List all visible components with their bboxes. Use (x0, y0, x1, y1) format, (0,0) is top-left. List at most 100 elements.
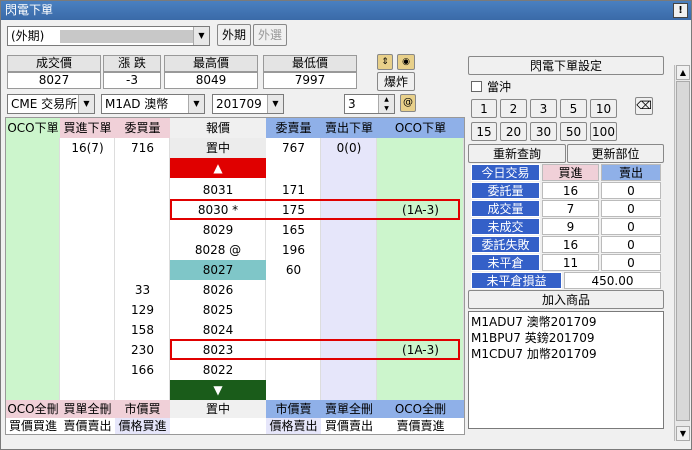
buy-order-cell[interactable] (60, 360, 115, 380)
oco-sell-cell[interactable] (377, 300, 464, 320)
scroll-up-icon[interactable]: ▲ (676, 65, 690, 80)
at-symbol-icon[interactable]: @ (400, 94, 416, 112)
footer-mode-button[interactable]: 買價買進 (6, 418, 60, 434)
qty-preset-button[interactable]: 3 (530, 99, 557, 118)
buy-order-cell[interactable] (60, 180, 115, 200)
summary-sell-value: 0 (601, 218, 661, 235)
sell-order-cell[interactable] (321, 260, 377, 280)
eye-icon[interactable]: ◉ (397, 54, 415, 70)
product-list[interactable]: M1ADU7 澳幣201709 M1BPU7 英鎊201709 M1CDU7 加幣2… (468, 311, 664, 429)
footer-mode-button[interactable]: 價格賣出 (266, 418, 321, 434)
scroll-down-button[interactable]: ▼ (170, 380, 266, 400)
oco-buy-cell[interactable] (6, 220, 60, 240)
spinner-icon[interactable]: ▲ ▼ (378, 95, 394, 113)
oco-buy-cell[interactable] (6, 340, 60, 360)
oco-buy-cell[interactable] (6, 360, 60, 380)
sell-order-cell[interactable] (321, 180, 377, 200)
qty-preset-button[interactable]: 50 (560, 122, 587, 141)
sell-order-cell[interactable] (321, 300, 377, 320)
qty-preset-button[interactable]: 1 (471, 99, 497, 118)
scroll-thumb[interactable] (676, 81, 690, 421)
sell-order-cell[interactable] (321, 220, 377, 240)
tab-external-options[interactable]: 外選 (253, 24, 287, 46)
product-select[interactable]: M1AD 澳幣 ▼ (101, 94, 205, 114)
product-list-item[interactable]: M1CDU7 加幣201709 (471, 346, 661, 362)
sell-order-cell[interactable] (321, 280, 377, 300)
day-trade-checkbox[interactable] (471, 81, 482, 92)
footer-action-button[interactable]: 置中 (170, 400, 266, 418)
bid-qty-cell (115, 200, 170, 220)
oco-sell-cell[interactable] (377, 280, 464, 300)
scroll-down-icon[interactable]: ▼ (676, 426, 690, 441)
buy-order-cell[interactable] (60, 300, 115, 320)
footer-mode-button[interactable]: 賣價賣出 (60, 418, 115, 434)
add-product-button[interactable]: 加入商品 (468, 290, 664, 309)
update-position-button[interactable]: 更新部位 (567, 144, 664, 163)
footer-mode-button[interactable]: 價格買進 (115, 418, 170, 434)
buy-order-cell[interactable] (60, 240, 115, 260)
product-list-item[interactable]: M1BPU7 英鎊201709 (471, 330, 661, 346)
sell-order-cell[interactable] (321, 360, 377, 380)
oco-buy-cell[interactable] (6, 180, 60, 200)
summary-buy-value: 7 (542, 200, 599, 217)
buy-order-cell[interactable] (60, 340, 115, 360)
footer-action-button[interactable]: 市價買 (115, 400, 170, 418)
oco-buy-cell[interactable] (6, 200, 60, 220)
buy-order-cell[interactable] (60, 220, 115, 240)
oco-sell-cell[interactable] (377, 220, 464, 240)
oco-sell-cell[interactable] (377, 240, 464, 260)
buy-order-cell[interactable] (60, 260, 115, 280)
account-combo[interactable]: (外期) ▼ (7, 26, 210, 46)
footer-mode-button[interactable] (170, 418, 266, 434)
bid-qty-cell (115, 240, 170, 260)
arrows-icon[interactable]: ⇕ (377, 54, 393, 70)
footer-action-button[interactable]: 賣單全刪 (321, 400, 377, 418)
qty-preset-button[interactable]: 2 (500, 99, 527, 118)
oco-sell-cell[interactable] (377, 180, 464, 200)
qty-preset-button[interactable]: 20 (500, 122, 527, 141)
tab-foreign[interactable]: 外期 (217, 24, 251, 46)
buy-order-cell[interactable] (60, 280, 115, 300)
footer-mode-button[interactable]: 買價賣出 (321, 418, 377, 434)
ladder-header: OCO下單 (377, 118, 464, 138)
buy-order-cell[interactable] (60, 320, 115, 340)
sell-order-count[interactable]: 0(0) (321, 138, 377, 158)
qty-preset-button[interactable]: 15 (471, 122, 497, 141)
buy-order-count[interactable]: 16(7) (60, 138, 115, 158)
qty-preset-button[interactable]: 10 (590, 99, 617, 118)
eraser-icon[interactable]: ⌫ (635, 97, 653, 115)
oco-buy-cell[interactable] (6, 240, 60, 260)
burst-button[interactable]: 爆炸 (377, 72, 415, 91)
exchange-select[interactable]: CME 交易所 ▼ (7, 94, 95, 114)
oco-buy-cell[interactable] (6, 260, 60, 280)
footer-action-button[interactable]: OCO全刪 (377, 400, 464, 418)
product-list-item[interactable]: M1ADU7 澳幣201709 (471, 314, 661, 330)
sell-order-cell[interactable] (321, 240, 377, 260)
center-button[interactable]: 置中 (170, 138, 266, 158)
footer-mode-button[interactable]: 賣價賣進 (377, 418, 464, 434)
footer-action-button[interactable]: 買單全刪 (60, 400, 115, 418)
oco-buy-cell[interactable] (6, 320, 60, 340)
qty-preset-button[interactable]: 5 (560, 99, 587, 118)
quantity-stepper[interactable]: 3 ▲ ▼ (344, 94, 395, 114)
price-cell: 8027 (170, 260, 266, 280)
oco-sell-cell[interactable] (377, 320, 464, 340)
month-select[interactable]: 201709 ▼ (212, 94, 284, 114)
oco-buy-cell[interactable] (6, 280, 60, 300)
scroll-up-button[interactable]: ▲ (170, 158, 266, 178)
account-combo-value: (外期) (11, 29, 45, 43)
flash-order-settings-button[interactable]: 閃電下單設定 (468, 56, 664, 75)
scrollbar[interactable]: ▲ ▼ (674, 65, 690, 441)
footer-action-button[interactable]: OCO全刪 (6, 400, 60, 418)
buy-order-cell[interactable] (60, 200, 115, 220)
requery-button[interactable]: 重新查詢 (468, 144, 566, 163)
oco-buy-cell[interactable] (6, 300, 60, 320)
qty-preset-button[interactable]: 100 (590, 122, 617, 141)
footer-action-button[interactable]: 市價賣 (266, 400, 321, 418)
oco-sell-cell[interactable] (377, 260, 464, 280)
qty-preset-button[interactable]: 30 (530, 122, 557, 141)
sell-order-cell[interactable] (321, 320, 377, 340)
bid-qty-cell: 158 (131, 323, 154, 337)
oco-sell-cell[interactable] (377, 360, 464, 380)
help-button[interactable]: ! (673, 3, 688, 18)
